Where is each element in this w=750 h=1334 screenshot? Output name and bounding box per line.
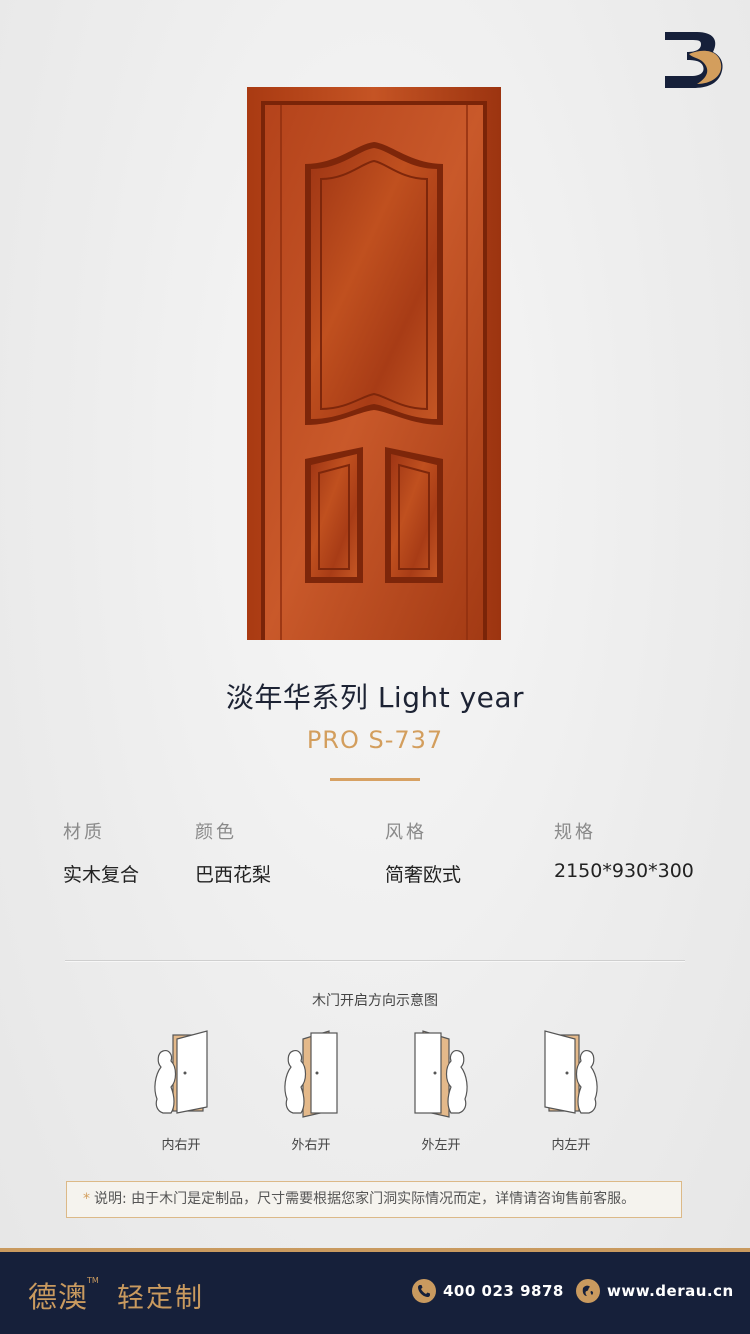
footer-brand-name: 德澳: [28, 1280, 89, 1314]
opening-label: 内右开: [161, 1138, 201, 1153]
door-opening-icon: [154, 1030, 208, 1114]
note-text: 说明: 由于木门是定制品，尺寸需要根据您家门洞实际情况而定，详情请咨询售前客服。: [94, 1191, 636, 1207]
spec-color: 颜色 巴西花梨: [195, 818, 271, 887]
spec-material: 材质 实木复合: [63, 818, 139, 887]
door-opening-icon: [284, 1030, 338, 1118]
phone-icon: [412, 1279, 436, 1303]
footer-bar: 德澳 TM 轻定制 400 023 9878 www.derau.cn: [0, 1252, 750, 1334]
opening-label: 内左开: [551, 1138, 591, 1153]
spec-label: 材质: [63, 822, 105, 843]
opening-outward-right: 外右开: [279, 1027, 343, 1153]
note-marker: *: [83, 1191, 90, 1207]
spec-label: 风格: [385, 822, 427, 843]
spec-value: 巴西花梨: [195, 864, 272, 886]
opening-diagram-title: 木门开启方向示意图: [312, 993, 438, 1009]
spec-label: 颜色: [195, 822, 237, 843]
spec-size: 规格 2150*930*300: [554, 818, 694, 882]
footer-website[interactable]: www.derau.cn: [607, 1282, 734, 1300]
opening-inward-right: 内右开: [149, 1027, 213, 1153]
spec-value: 实木复合: [63, 864, 140, 886]
custom-size-note: * 说明: 由于木门是定制品，尺寸需要根据您家门洞实际情况而定，详情请咨询售前客服…: [66, 1181, 682, 1218]
door-opening-icon: [544, 1030, 598, 1114]
footer-tagline: 轻定制: [117, 1283, 204, 1314]
opening-label: 外左开: [421, 1138, 461, 1153]
opening-inward-left: 内左开: [539, 1027, 603, 1153]
spec-value: 简奢欧式: [385, 864, 462, 886]
door-opening-icon: [414, 1030, 468, 1118]
spec-label: 规格: [554, 822, 596, 843]
globe-icon: [576, 1279, 600, 1303]
section-divider: [65, 960, 685, 962]
product-model: PRO S-737: [306, 726, 444, 754]
spec-value: 2150*930*300: [554, 860, 694, 882]
opening-label: 外右开: [291, 1138, 331, 1153]
model-underline: [330, 778, 420, 781]
footer-phone[interactable]: 400 023 9878: [443, 1282, 564, 1300]
door-image: [247, 87, 501, 640]
product-title: 淡年华系列 Light year: [225, 681, 525, 714]
brand-logo-icon: [663, 30, 725, 88]
trademark-mark: TM: [87, 1276, 99, 1285]
spec-style: 风格 简奢欧式: [385, 818, 461, 887]
opening-outward-left: 外左开: [409, 1027, 473, 1153]
